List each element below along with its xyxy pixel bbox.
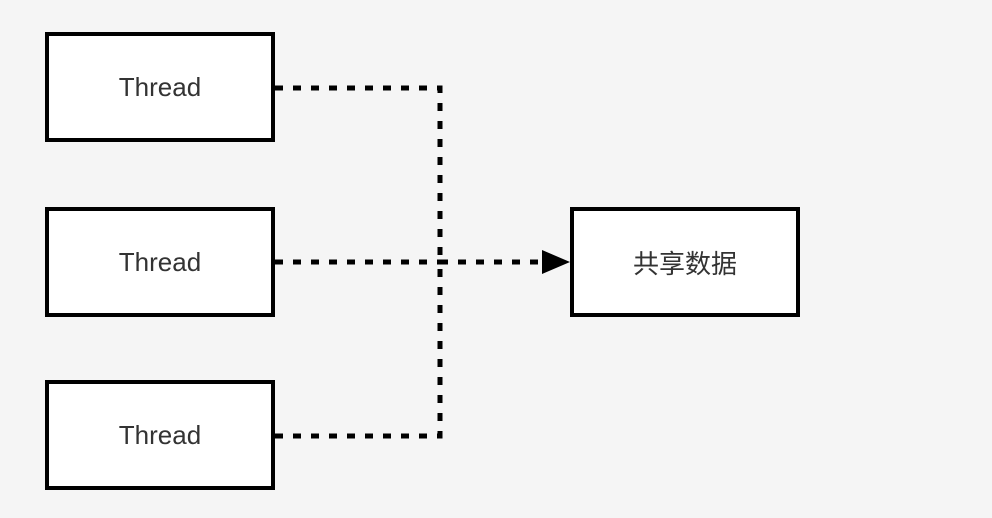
connector-thread-3 [275,262,440,436]
thread-label-1: Thread [119,72,201,103]
connector-thread-1 [275,88,440,262]
thread-label-3: Thread [119,420,201,451]
thread-box-3: Thread [45,380,275,490]
thread-box-2: Thread [45,207,275,317]
thread-label-2: Thread [119,247,201,278]
arrow-head-icon [542,250,570,274]
thread-box-1: Thread [45,32,275,142]
shared-data-box: 共享数据 [570,207,800,317]
shared-data-label: 共享数据 [633,244,737,281]
